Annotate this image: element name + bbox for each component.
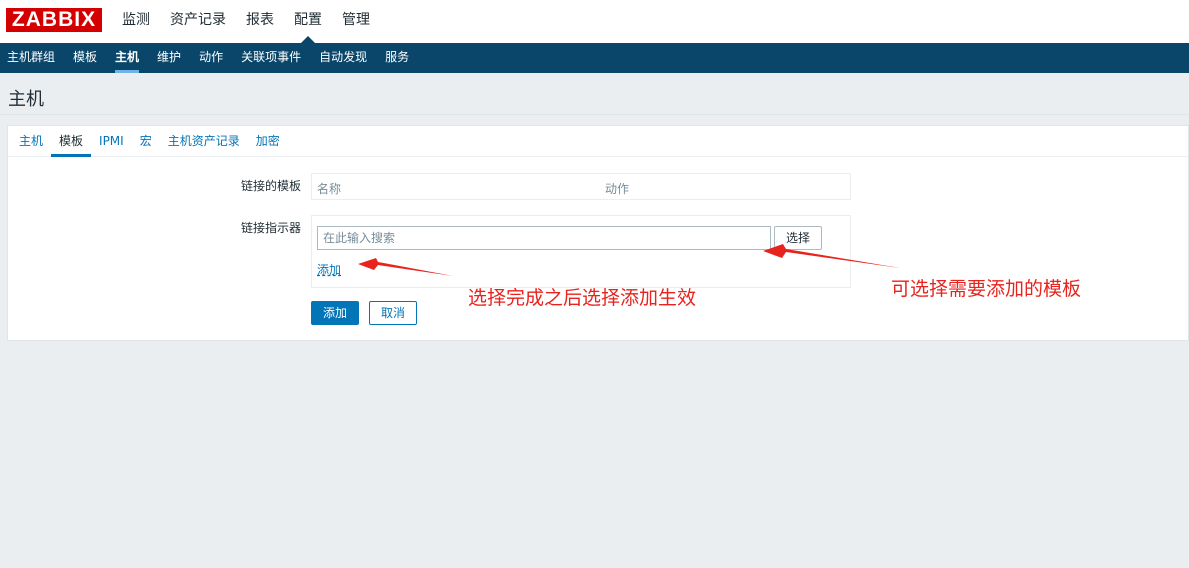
column-header-action: 动作 xyxy=(605,182,630,196)
zabbix-logo[interactable]: ZABBIX xyxy=(6,8,102,32)
main-menu: 监测 资产记录 报表 配置 管理 xyxy=(112,0,380,43)
link-indicator-label: 链接指示器 xyxy=(240,221,301,235)
tab-inventory[interactable]: 主机资产记录 xyxy=(160,126,248,156)
menu-inventory[interactable]: 资产记录 xyxy=(160,0,236,43)
select-button[interactable]: 选择 xyxy=(774,226,822,250)
annotation-text-left: 选择完成之后选择添加生效 xyxy=(468,287,697,309)
column-header-name: 名称 xyxy=(317,182,342,196)
submenu-templates[interactable]: 模板 xyxy=(64,43,106,73)
submenu-event-correlation[interactable]: 关联项事件 xyxy=(232,43,310,73)
sub-menu: 主机群组 模板 主机 维护 动作 关联项事件 自动发现 服务 xyxy=(0,43,1189,73)
tab-encryption[interactable]: 加密 xyxy=(248,126,288,156)
form-tabs: 主机 模板 IPMI 宏 主机资产记录 加密 xyxy=(8,126,1188,157)
submenu-services[interactable]: 服务 xyxy=(376,43,418,73)
template-search-input[interactable] xyxy=(317,226,771,250)
cancel-button[interactable]: 取消 xyxy=(369,301,417,325)
annotation-text-right: 可选择需要添加的模板 xyxy=(891,278,1082,300)
menu-monitoring[interactable]: 监测 xyxy=(112,0,160,43)
add-template-link[interactable]: 添加 xyxy=(317,261,341,278)
tab-macros[interactable]: 宏 xyxy=(132,126,160,156)
top-bar: ZABBIX 监测 资产记录 报表 配置 管理 xyxy=(0,0,1189,43)
submenu-hosts[interactable]: 主机 xyxy=(106,43,148,73)
menu-administration[interactable]: 管理 xyxy=(332,0,380,43)
submenu-host-groups[interactable]: 主机群组 xyxy=(0,43,64,73)
menu-configuration[interactable]: 配置 xyxy=(284,0,332,43)
linked-templates-label: 链接的模板 xyxy=(240,179,301,193)
submenu-maintenance[interactable]: 维护 xyxy=(148,43,190,73)
linked-templates-table: 名称 动作 xyxy=(311,173,851,200)
tab-host[interactable]: 主机 xyxy=(11,126,51,156)
menu-reports[interactable]: 报表 xyxy=(236,0,284,43)
submenu-actions[interactable]: 动作 xyxy=(190,43,232,73)
link-indicator-box: 选择 添加 xyxy=(311,215,851,288)
tab-templates[interactable]: 模板 xyxy=(51,126,92,157)
add-button[interactable]: 添加 xyxy=(311,301,359,325)
page-title: 主机 xyxy=(8,89,44,110)
submenu-discovery[interactable]: 自动发现 xyxy=(310,43,376,73)
tab-ipmi[interactable]: IPMI xyxy=(91,126,132,156)
divider xyxy=(0,114,1189,115)
